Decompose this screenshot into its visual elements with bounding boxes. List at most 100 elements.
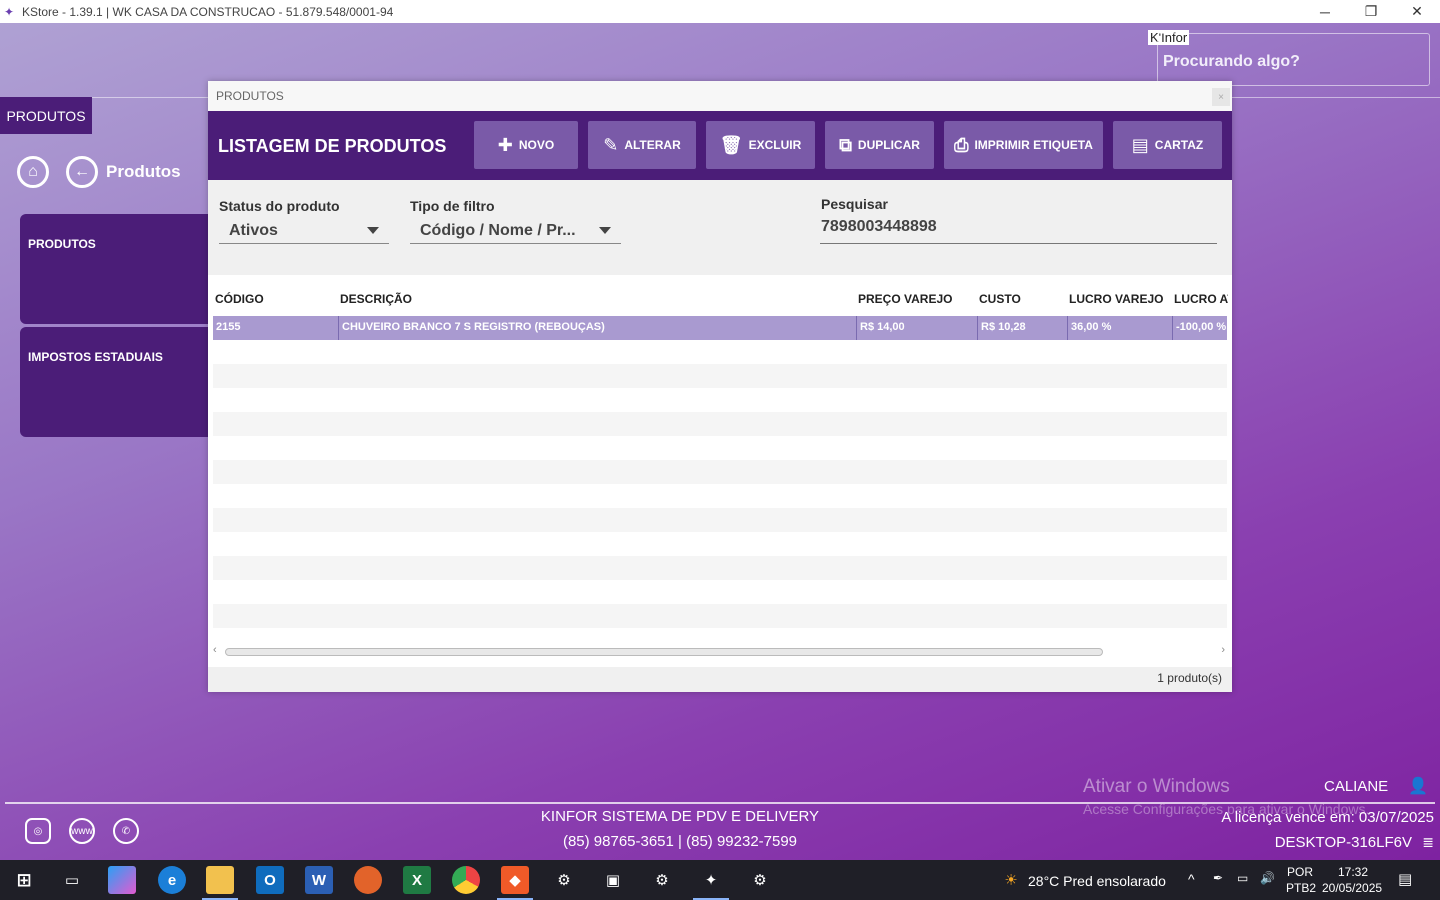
tipo-filtro-label: Tipo de filtro	[410, 198, 495, 214]
outlook-icon[interactable]: O	[256, 866, 284, 894]
plus-icon: ✚	[497, 135, 513, 155]
restore-button[interactable]: ❐	[1348, 0, 1394, 23]
empty-row	[213, 412, 1227, 436]
duplicar-button[interactable]: ⧉ DUPLICAR	[825, 121, 934, 169]
machine-name: DESKTOP-316LF6V	[1274, 834, 1412, 851]
menu-card-impostos-estaduais[interactable]: IMPOSTOS ESTADUAIS	[20, 327, 220, 437]
language-primary[interactable]: POR	[1287, 865, 1313, 879]
table-row[interactable]: 2155 CHUVEIRO BRANCO 7 S REGISTRO (REBOU…	[213, 316, 1227, 340]
excluir-label: EXCLUIR	[748, 138, 802, 152]
duplicar-label: DUPLICAR	[857, 138, 920, 152]
copilot-icon[interactable]	[108, 866, 136, 894]
weather-icon[interactable]: ☀	[997, 866, 1025, 894]
instagram-icon[interactable]: ◎	[25, 818, 51, 844]
chevron-up-icon[interactable]: ^	[1188, 871, 1195, 887]
column-header-custo[interactable]: CUSTO	[979, 292, 1021, 306]
window-controls: ─ ❐ ✕	[1302, 0, 1440, 23]
excluir-button[interactable]: 🗑 EXCLUIR	[706, 121, 815, 169]
file-explorer-icon[interactable]	[206, 866, 234, 894]
language-secondary[interactable]: PTB2	[1286, 881, 1316, 895]
global-search-input[interactable]: Procurando algo?	[1157, 33, 1430, 86]
task-view-icon[interactable]: ▭	[58, 866, 86, 894]
empty-row	[213, 364, 1227, 388]
windows-start-icon[interactable]: ⊞	[10, 866, 38, 894]
column-header-lucro-atacado[interactable]: LUCRO AT	[1174, 292, 1228, 306]
scroll-left-icon[interactable]: ‹	[213, 644, 217, 656]
alterar-button[interactable]: ✎ ALTERAR	[588, 121, 696, 169]
column-header-descricao[interactable]: DESCRIÇÃO	[340, 292, 412, 306]
whatsapp-icon[interactable]: ✆	[113, 818, 139, 844]
horizontal-scrollbar[interactable]: ‹ ›	[213, 644, 1227, 657]
tipo-filtro-select[interactable]: Código / Nome / Pr...	[410, 214, 621, 244]
firefox-icon[interactable]	[354, 866, 382, 894]
pesquisar-input[interactable]: 7898003448898	[820, 212, 1217, 244]
dialog-title: PRODUTOS	[216, 89, 284, 103]
pen-icon[interactable]: ✒	[1213, 871, 1223, 885]
column-header-lucro-varejo[interactable]: LUCRO VAREJO	[1069, 292, 1163, 306]
scroll-right-icon[interactable]: ›	[1221, 644, 1225, 656]
empty-row	[213, 460, 1227, 484]
empty-row	[213, 556, 1227, 580]
cell-descricao: CHUVEIRO BRANCO 7 S REGISTRO (REBOUÇAS)	[338, 316, 856, 340]
section-tab-produtos[interactable]: PRODUTOS	[0, 97, 92, 134]
trash-icon: 🗑	[719, 135, 743, 155]
user-name: CALIANE	[1324, 778, 1389, 795]
status-value: Ativos	[229, 222, 278, 239]
listing-title: LISTAGEM DE PRODUTOS	[218, 136, 447, 156]
company-phones: (85) 98765-3651 | (85) 99232-7599	[562, 833, 798, 850]
cell-lucro-atacado: -100,00 %	[1172, 316, 1227, 340]
network-app-icon[interactable]: ⚙	[746, 866, 774, 894]
column-header-codigo[interactable]: CÓDIGO	[215, 292, 264, 306]
close-button[interactable]: ✕	[1394, 0, 1440, 23]
edge-icon[interactable]: e	[158, 866, 186, 894]
user-icon[interactable]: 👤	[1408, 776, 1428, 796]
poster-icon: ▤	[1131, 135, 1149, 155]
back-arrow-icon[interactable]: ←	[66, 156, 98, 188]
imprimir-label: IMPRIMIR ETIQUETA	[974, 138, 1093, 152]
volume-icon[interactable]: 🔊	[1260, 871, 1275, 885]
filter-area: Status do produto Ativos Tipo de filtro …	[208, 180, 1232, 275]
printer-icon: ⎙	[954, 135, 969, 155]
novo-button[interactable]: ✚ NOVO	[474, 121, 578, 169]
imprimir-etiqueta-button[interactable]: ⎙ IMPRIMIR ETIQUETA	[944, 121, 1103, 169]
cell-codigo: 2155	[216, 321, 241, 333]
anydesk-icon[interactable]: ◆	[501, 866, 529, 894]
clock-time[interactable]: 17:32	[1338, 865, 1368, 879]
weather-text[interactable]: 28°C Pred ensolarado	[1028, 873, 1166, 889]
duplicate-icon: ⧉	[839, 135, 852, 155]
clock-date[interactable]: 20/05/2025	[1322, 881, 1382, 895]
settings-gear-icon[interactable]: ⚙	[648, 866, 676, 894]
word-icon[interactable]: W	[305, 866, 333, 894]
window-title: KStore - 1.39.1 | WK CASA DA CONSTRUCAO …	[22, 4, 394, 19]
cell-lucro-varejo: 36,00 %	[1067, 316, 1172, 340]
home-icon[interactable]: ⌂	[17, 156, 49, 188]
product-count: 1 produto(s)	[1157, 671, 1222, 685]
database-icon: ≣	[1422, 834, 1434, 850]
cell-custo: R$ 10,28	[977, 316, 1067, 340]
excel-icon[interactable]: X	[403, 866, 431, 894]
windows-taskbar: ⊞ ▭ e O W X ◆ ⚙ ▣ ⚙ ✦ ⚙ ☀ 28°C Pred enso…	[0, 860, 1440, 900]
website-icon[interactable]: www	[69, 818, 95, 844]
cell-preco-varejo: R$ 14,00	[856, 316, 977, 340]
cartaz-button[interactable]: ▤ CARTAZ	[1113, 121, 1222, 169]
company-name: KINFOR SISTEMA DE PDV E DELIVERY	[540, 808, 820, 825]
products-table: CÓDIGO DESCRIÇÃO PREÇO VAREJO CUSTO LUCR…	[208, 275, 1232, 667]
dropdown-arrow-icon	[367, 227, 379, 234]
network-icon[interactable]: ▭	[1237, 871, 1248, 885]
novo-label: NOVO	[518, 138, 555, 152]
notification-icon[interactable]: ▤	[1398, 870, 1412, 888]
window-titlebar: ✦ KStore - 1.39.1 | WK CASA DA CONSTRUCA…	[0, 0, 1440, 23]
chrome-icon[interactable]	[452, 866, 480, 894]
produtos-dialog: PRODUTOS × LISTAGEM DE PRODUTOS ✚ NOVO ✎…	[208, 81, 1232, 692]
column-header-preco-varejo[interactable]: PREÇO VAREJO	[858, 292, 952, 306]
kstore-app-icon[interactable]: ✦	[697, 866, 725, 894]
dialog-header: LISTAGEM DE PRODUTOS ✚ NOVO ✎ ALTERAR 🗑 …	[208, 111, 1232, 180]
empty-row	[213, 508, 1227, 532]
status-select[interactable]: Ativos	[219, 214, 389, 244]
scrollbar-thumb[interactable]	[225, 648, 1103, 656]
dialog-close-button[interactable]: ×	[1212, 88, 1230, 106]
remote-desktop-icon[interactable]: ▣	[599, 866, 627, 894]
settings-gear-icon[interactable]: ⚙	[550, 866, 578, 894]
menu-card-produtos[interactable]: PRODUTOS	[20, 214, 220, 324]
minimize-button[interactable]: ─	[1302, 0, 1348, 23]
